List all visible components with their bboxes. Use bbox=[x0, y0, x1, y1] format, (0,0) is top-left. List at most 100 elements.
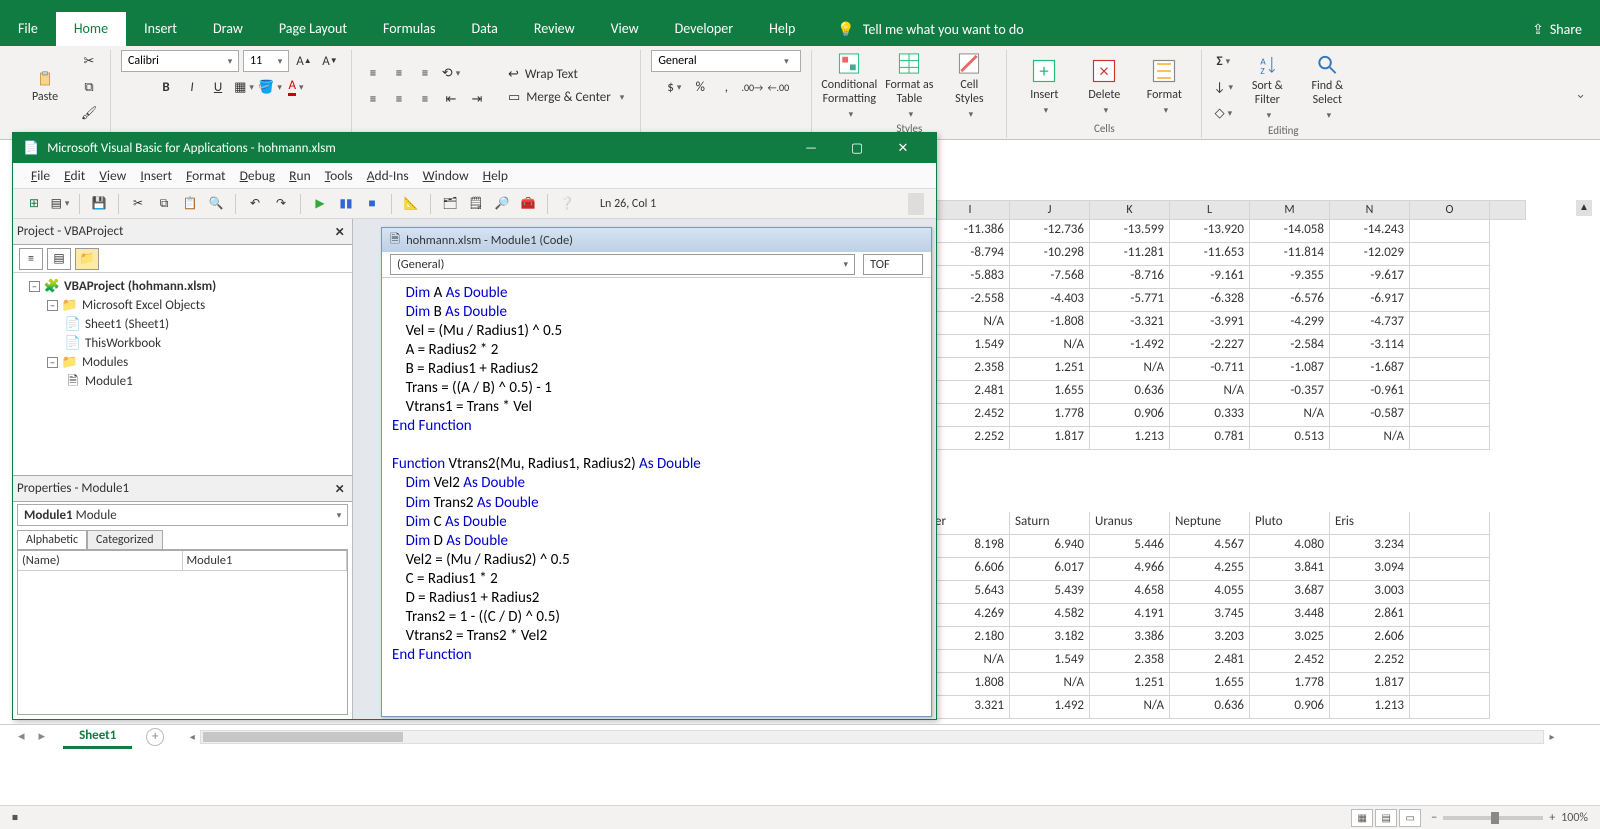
cell[interactable]: Uranus bbox=[1090, 512, 1170, 535]
cell[interactable]: 5.439 bbox=[1010, 581, 1090, 604]
cell[interactable]: -6.576 bbox=[1250, 289, 1330, 312]
vba-menu-tools[interactable]: Tools bbox=[325, 167, 353, 184]
borders-button[interactable]: ▦ bbox=[233, 76, 255, 98]
italic-button[interactable]: I bbox=[181, 76, 203, 98]
cell[interactable]: -8.716 bbox=[1090, 266, 1170, 289]
cell[interactable]: -13.599 bbox=[1090, 220, 1170, 243]
cell[interactable] bbox=[1410, 673, 1490, 696]
cell[interactable]: 3.448 bbox=[1250, 604, 1330, 627]
tab-help[interactable]: Help bbox=[751, 12, 813, 46]
cell[interactable]: 4.966 bbox=[1090, 558, 1170, 581]
view-code-button[interactable]: ≡ bbox=[19, 248, 43, 270]
decrease-indent-button[interactable]: ⇤ bbox=[440, 88, 462, 110]
vba-menu-window[interactable]: Window bbox=[423, 167, 469, 184]
cell[interactable]: 4.567 bbox=[1170, 535, 1250, 558]
cell[interactable]: 4.191 bbox=[1090, 604, 1170, 627]
cell[interactable]: 1.549 bbox=[930, 335, 1010, 358]
grow-font-button[interactable]: A▲ bbox=[293, 50, 315, 72]
increase-indent-button[interactable]: ⇥ bbox=[466, 88, 488, 110]
orientation-button[interactable]: ⟲ bbox=[440, 62, 462, 84]
toolbox-button[interactable]: 🧰 bbox=[519, 195, 537, 213]
vba-menu-help[interactable]: Help bbox=[483, 167, 508, 184]
cell[interactable]: 1.549 bbox=[1010, 650, 1090, 673]
cell[interactable]: 2.861 bbox=[1330, 604, 1410, 627]
object-combo[interactable]: (General)▾ bbox=[390, 254, 855, 275]
cell[interactable]: 2.358 bbox=[1090, 650, 1170, 673]
cell[interactable]: -6.328 bbox=[1170, 289, 1250, 312]
align-bottom-button[interactable]: ≡ bbox=[414, 62, 436, 84]
cell[interactable]: -0.961 bbox=[1330, 381, 1410, 404]
cell[interactable]: er bbox=[930, 512, 1010, 535]
bold-button[interactable]: B bbox=[155, 76, 177, 98]
cell[interactable]: -11.386 bbox=[930, 220, 1010, 243]
cell[interactable]: N/A bbox=[1090, 358, 1170, 381]
tab-draw[interactable]: Draw bbox=[195, 12, 261, 46]
cell[interactable]: 3.203 bbox=[1170, 627, 1250, 650]
cell[interactable] bbox=[1410, 535, 1490, 558]
column-header-J[interactable]: J bbox=[1010, 200, 1090, 220]
cell[interactable]: 6.017 bbox=[1010, 558, 1090, 581]
cell[interactable]: -9.355 bbox=[1250, 266, 1330, 289]
cell[interactable] bbox=[1410, 627, 1490, 650]
new-sheet-button[interactable]: + bbox=[146, 728, 164, 746]
cut-button-vba[interactable]: ✂ bbox=[129, 195, 147, 213]
cell[interactable]: 2.252 bbox=[1330, 650, 1410, 673]
tab-formulas[interactable]: Formulas bbox=[365, 12, 453, 46]
cell[interactable]: Eris bbox=[1330, 512, 1410, 535]
cell[interactable]: -1.687 bbox=[1330, 358, 1410, 381]
cell[interactable]: Neptune bbox=[1170, 512, 1250, 535]
accounting-format-button[interactable]: $ bbox=[663, 76, 685, 98]
cell[interactable]: -1.808 bbox=[1010, 312, 1090, 335]
cell[interactable]: 0.781 bbox=[1170, 427, 1250, 450]
tree-collapse-icon[interactable]: − bbox=[47, 300, 58, 311]
cell[interactable]: -6.917 bbox=[1330, 289, 1410, 312]
properties-button[interactable]: 🗒 bbox=[467, 195, 485, 213]
cell[interactable]: 1.213 bbox=[1090, 427, 1170, 450]
run-button[interactable]: ▶ bbox=[311, 195, 329, 213]
vba-menu-addins[interactable]: Add-Ins bbox=[367, 167, 409, 184]
undo-button-vba[interactable]: ↶ bbox=[246, 195, 264, 213]
increase-decimal-button[interactable]: .00→ bbox=[741, 76, 763, 98]
cell[interactable] bbox=[1410, 358, 1490, 381]
cell[interactable] bbox=[1410, 289, 1490, 312]
align-middle-button[interactable]: ≡ bbox=[388, 62, 410, 84]
project-tree[interactable]: −🧩VBAProject (hohmann.xlsm) −📁Microsoft … bbox=[13, 273, 352, 475]
cell[interactable]: 0.333 bbox=[1170, 404, 1250, 427]
vba-minimize-button[interactable]: — bbox=[788, 133, 834, 163]
cell[interactable]: -0.587 bbox=[1330, 404, 1410, 427]
vba-close-button[interactable]: ✕ bbox=[880, 133, 926, 163]
scroll-thumb[interactable] bbox=[203, 732, 403, 742]
properties-object-combo[interactable]: Module1 Module▾ bbox=[17, 504, 348, 526]
worksheet-grid[interactable]: ▲ IJKLMNO -11.386-12.736-13.599-13.920-1… bbox=[930, 200, 1592, 719]
scroll-up-button[interactable]: ▲ bbox=[1576, 200, 1592, 216]
cell[interactable]: 2.481 bbox=[930, 381, 1010, 404]
code-editor[interactable]: Dim A As Double Dim B As Double Vel = (M… bbox=[382, 278, 931, 716]
toggle-folders-button[interactable]: 📁 bbox=[75, 248, 99, 270]
tree-root[interactable]: VBAProject (hohmann.xlsm) bbox=[64, 277, 216, 296]
cell[interactable]: 1.778 bbox=[1010, 404, 1090, 427]
wrap-text-button[interactable]: ↩Wrap Text bbox=[502, 65, 630, 84]
tab-view[interactable]: View bbox=[593, 12, 657, 46]
font-color-button[interactable]: A bbox=[285, 76, 307, 98]
comma-style-button[interactable]: , bbox=[715, 76, 737, 98]
clear-button[interactable]: ◇ bbox=[1212, 102, 1234, 124]
properties-grid[interactable]: (Name) Module1 bbox=[17, 550, 348, 715]
number-format-input[interactable] bbox=[652, 54, 778, 68]
cell[interactable]: -11.281 bbox=[1090, 243, 1170, 266]
prop-name-value[interactable]: Module1 bbox=[183, 551, 348, 571]
cell[interactable]: 3.182 bbox=[1010, 627, 1090, 650]
cell-styles-button[interactable]: Cell Styles bbox=[942, 52, 996, 120]
project-explorer-button[interactable]: 🗂 bbox=[441, 195, 459, 213]
find-button-vba[interactable]: 🔍 bbox=[207, 195, 225, 213]
cell[interactable]: 3.745 bbox=[1170, 604, 1250, 627]
vba-menu-run[interactable]: Run bbox=[289, 167, 311, 184]
cell[interactable]: -0.357 bbox=[1250, 381, 1330, 404]
tab-file[interactable]: File bbox=[0, 12, 56, 46]
insert-cells-button[interactable]: +Insert bbox=[1017, 52, 1071, 120]
cell[interactable]: 2.252 bbox=[930, 427, 1010, 450]
cell[interactable]: 3.841 bbox=[1250, 558, 1330, 581]
cell[interactable]: 2.180 bbox=[930, 627, 1010, 650]
vba-menu-format[interactable]: Format bbox=[186, 167, 226, 184]
cell[interactable]: N/A bbox=[1250, 404, 1330, 427]
align-left-button[interactable]: ≡ bbox=[362, 88, 384, 110]
